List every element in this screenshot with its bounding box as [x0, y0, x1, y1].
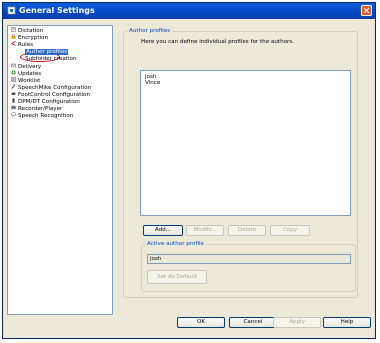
ok-button[interactable]: OK	[177, 317, 225, 328]
tree-item-footcontrol[interactable]: FootControl Configuration	[11, 92, 90, 99]
general-settings-window: General Settings Dictation Encryption Ru…	[2, 2, 376, 339]
updates-icon	[11, 70, 16, 75]
help-button[interactable]: Help	[323, 317, 371, 328]
settings-tree[interactable]: Dictation Encryption Rules Author profil…	[7, 25, 113, 315]
settings-app-icon	[7, 6, 16, 15]
tree-item-subfolder-creation[interactable]: Subfolder creation	[25, 56, 77, 63]
close-button[interactable]	[361, 5, 372, 16]
copy-profile-button[interactable]: Copy	[270, 225, 310, 236]
recorder-icon	[11, 105, 16, 110]
author-profiles-description: Here you can define individual profiles …	[141, 39, 295, 45]
tree-item-speech-recognition[interactable]: Speech Recognition	[11, 112, 73, 120]
worklist-icon	[11, 77, 16, 82]
dpm-icon	[12, 98, 15, 103]
window-title: General Settings	[19, 6, 95, 15]
tree-item-author-profiles[interactable]: Author profiles	[25, 49, 69, 56]
tree-item-recorder-player[interactable]: Recorder/Player	[11, 105, 62, 113]
active-profile-group-label: Active author profile	[145, 241, 206, 247]
add-profile-button[interactable]: Add...	[143, 225, 183, 236]
tree-item-rules[interactable]: Rules	[11, 41, 33, 49]
tree-item-dpm-dt[interactable]: DPM/DT Configuration	[11, 98, 80, 106]
list-item[interactable]: Vince	[145, 80, 160, 86]
cancel-button[interactable]: Cancel	[229, 317, 277, 328]
tree-item-encryption[interactable]: Encryption	[11, 34, 48, 42]
dictation-icon	[11, 27, 16, 32]
delete-profile-button[interactable]: Delete	[228, 225, 266, 236]
speechmike-icon	[11, 84, 16, 89]
active-profile-field: josh	[147, 254, 351, 264]
tree-item-speechmike[interactable]: SpeechMike Configuration	[11, 84, 91, 92]
encryption-icon	[11, 34, 16, 39]
apply-button[interactable]: Apply	[273, 317, 321, 328]
active-profile-group	[141, 244, 356, 292]
delivery-icon	[11, 63, 16, 68]
title-bar[interactable]: General Settings	[3, 3, 375, 19]
rules-icon	[11, 41, 16, 46]
set-as-default-button[interactable]: Set As Default	[147, 270, 207, 284]
author-profiles-list[interactable]: josh Vince	[140, 70, 351, 216]
speech-recognition-icon	[11, 112, 16, 117]
footcontrol-icon	[11, 92, 16, 95]
author-profiles-group-label: Author profiles	[127, 28, 173, 34]
modify-profile-button[interactable]: Modify...	[186, 225, 224, 236]
